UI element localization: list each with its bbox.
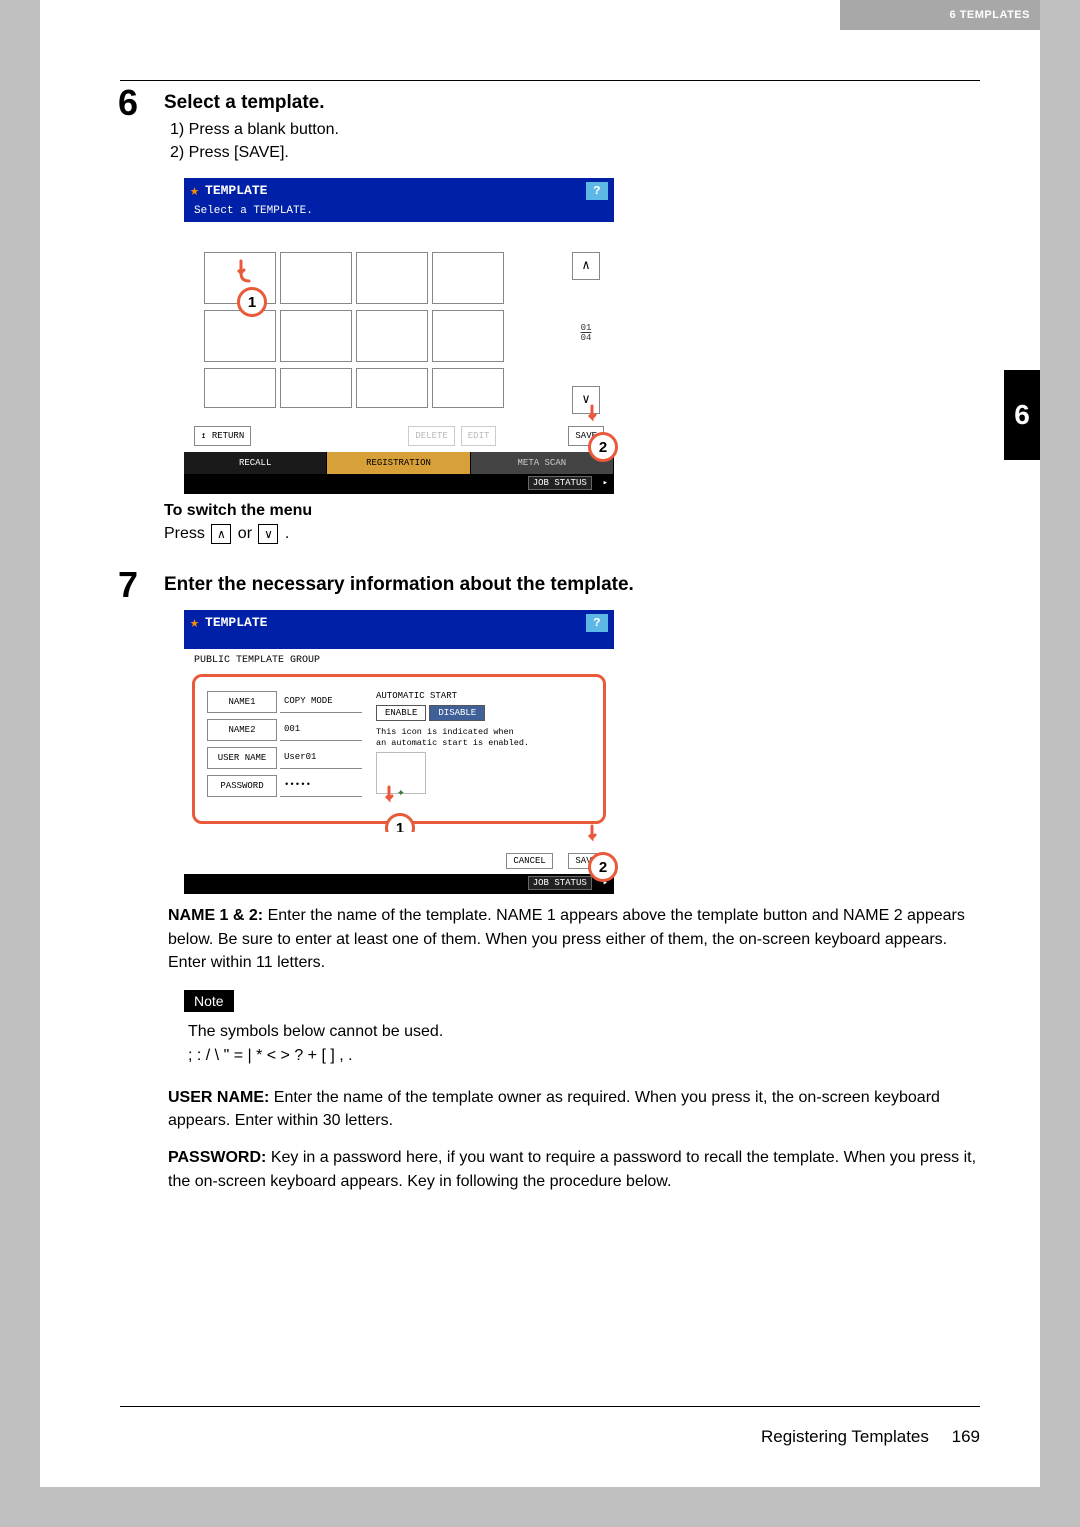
down-key-icon: ∨: [258, 524, 278, 544]
substep-1: 1) Press a blank button.: [170, 118, 980, 141]
device-status-bar: JOB STATUS ▸: [184, 474, 614, 494]
form-card: NAME1 COPY MODE NAME2 001 US: [192, 674, 606, 824]
device-status-bar: JOB STATUS ▸: [184, 874, 614, 894]
return-button[interactable]: ↥ RETURN: [194, 426, 251, 446]
explain-name12: NAME 1 & 2: Enter the name of the templa…: [168, 904, 980, 974]
device-title: TEMPLATE: [205, 615, 267, 630]
name1-value: COPY MODE: [280, 691, 362, 713]
callout-1: 1: [233, 281, 269, 317]
step-title: Select a template.: [164, 92, 980, 114]
template-slot[interactable]: 1: [204, 252, 276, 304]
template-slot[interactable]: [204, 310, 276, 362]
job-status-button[interactable]: JOB STATUS: [528, 476, 592, 490]
disable-button[interactable]: DISABLE: [429, 705, 485, 721]
star-icon: ★: [190, 613, 199, 632]
device-subtitle-empty: [184, 635, 614, 649]
explain-username: USER NAME: Enter the name of the templat…: [168, 1086, 980, 1132]
device-subtitle: Select a TEMPLATE.: [184, 203, 614, 222]
device-titlebar: ★ TEMPLATE ?: [184, 178, 614, 203]
press-instructions: Press ∧ or ∨ .: [164, 524, 980, 544]
chapter-header: 6 TEMPLATES: [840, 0, 1040, 30]
page: 6 TEMPLATES 6 6 Select a template. 1) Pr…: [40, 0, 1040, 1487]
template-grid: 1: [204, 252, 558, 414]
rule-top: [120, 80, 980, 81]
name1-label[interactable]: NAME1: [207, 691, 277, 713]
help-button[interactable]: ?: [586, 182, 608, 200]
username-value: User01: [280, 747, 362, 769]
device-screen: ★ TEMPLATE ? PUBLIC TEMPLATE GROUP: [184, 610, 614, 894]
rule-bottom: [120, 1406, 980, 1407]
tab-registration[interactable]: REGISTRATION: [327, 452, 470, 474]
explain-password: PASSWORD: Key in a password here, if you…: [168, 1146, 980, 1192]
template-slot[interactable]: [356, 310, 428, 362]
note-text-2: ; : / \ " = | * < > ? + [ ] , .: [188, 1044, 980, 1068]
up-key-icon: ∧: [211, 524, 231, 544]
side-tab: 6: [1004, 370, 1040, 460]
template-slot[interactable]: [204, 368, 276, 408]
substep-2: 2) Press [SAVE].: [170, 141, 980, 164]
template-slot[interactable]: [432, 368, 504, 408]
enable-button[interactable]: ENABLE: [376, 705, 426, 721]
step-title: Enter the necessary information about th…: [164, 574, 980, 596]
grid-pager: ∧ 01 04 ∨: [568, 252, 604, 414]
footer-title: Registering Templates: [761, 1427, 929, 1446]
auto-start-hint: This icon is indicated when an automatic…: [376, 727, 529, 747]
password-value: •••••: [280, 775, 362, 797]
callout-2: 2: [584, 846, 620, 882]
form-bottom-buttons: CANCEL SAVE 2: [184, 832, 614, 874]
device-screen: ★ TEMPLATE ? Select a TEMPLATE.: [184, 178, 614, 494]
name2-value: 001: [280, 719, 362, 741]
edit-button[interactable]: EDIT: [461, 426, 497, 446]
template-grid-area: 1: [184, 242, 614, 424]
auto-start-label: AUTOMATIC START: [376, 691, 529, 701]
device-title: TEMPLATE: [205, 183, 267, 198]
template-slot[interactable]: [280, 252, 352, 304]
template-slot[interactable]: [356, 368, 428, 408]
figure-template-info: ★ TEMPLATE ? PUBLIC TEMPLATE GROUP: [184, 610, 980, 894]
content-area: 6 Select a template. 1) Press a blank bu…: [120, 92, 980, 1407]
figure-select-template: ★ TEMPLATE ? Select a TEMPLATE.: [184, 178, 980, 494]
form-area: PUBLIC TEMPLATE GROUP NAME1 COPY MODE: [184, 649, 614, 832]
template-slot[interactable]: [432, 252, 504, 304]
page-indicator: 01 04: [581, 323, 592, 345]
step-number: 6: [118, 82, 138, 124]
form-right: AUTOMATIC START ENABLE DISABLE This icon…: [376, 691, 529, 797]
template-slot[interactable]: [280, 368, 352, 408]
device-titlebar: ★ TEMPLATE ?: [184, 610, 614, 635]
template-slot[interactable]: [280, 310, 352, 362]
cancel-button[interactable]: CANCEL: [506, 853, 552, 869]
note-text-1: The symbols below cannot be used.: [188, 1020, 980, 1044]
page-background: 6 TEMPLATES 6 6 Select a template. 1) Pr…: [0, 0, 1080, 1527]
device-button-row: ↥ RETURN DELETE EDIT SAVE 2: [184, 424, 614, 452]
name2-label[interactable]: NAME2: [207, 719, 277, 741]
step-number: 7: [118, 564, 138, 606]
form-fields: NAME1 COPY MODE NAME2 001 US: [207, 691, 362, 797]
switch-menu-heading: To switch the menu: [164, 502, 980, 520]
template-slot[interactable]: [356, 252, 428, 304]
help-button[interactable]: ?: [586, 614, 608, 632]
step-6: 6 Select a template. 1) Press a blank bu…: [120, 92, 980, 544]
tab-recall[interactable]: RECALL: [184, 452, 327, 474]
step-7: 7 Enter the necessary information about …: [120, 574, 980, 1192]
username-label[interactable]: USER NAME: [207, 747, 277, 769]
scroll-up-button[interactable]: ∧: [572, 252, 600, 280]
delete-button[interactable]: DELETE: [408, 426, 454, 446]
template-slot[interactable]: [432, 310, 504, 362]
callout-2: 2: [584, 426, 620, 462]
note-badge: Note: [184, 990, 234, 1012]
page-number: 169: [952, 1427, 980, 1446]
page-footer: Registering Templates 169: [761, 1427, 980, 1447]
star-icon: ★: [190, 181, 199, 200]
group-label: PUBLIC TEMPLATE GROUP: [192, 653, 606, 674]
job-status-button[interactable]: JOB STATUS: [528, 876, 592, 890]
password-label[interactable]: PASSWORD: [207, 775, 277, 797]
device-tabs: RECALL REGISTRATION META SCAN: [184, 452, 614, 474]
